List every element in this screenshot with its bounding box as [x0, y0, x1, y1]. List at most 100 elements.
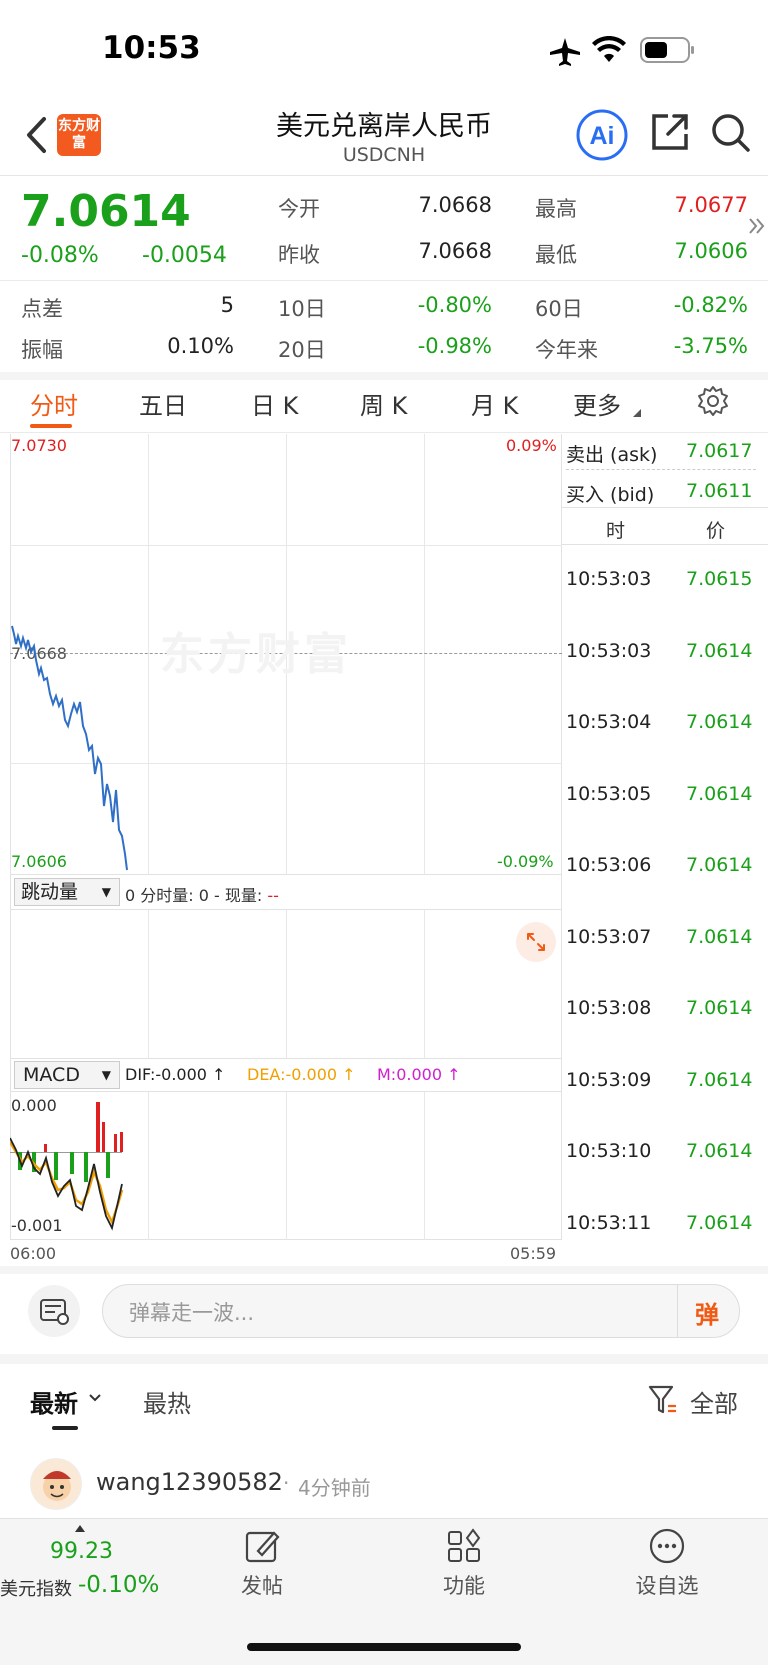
nav-bar: 东方财富 美元兑离岸人民币 USDCNH Ai — [0, 100, 768, 176]
filter-icon[interactable] — [648, 1384, 678, 1416]
section-gap — [0, 1354, 768, 1364]
trade-price: 7.0615 — [686, 568, 753, 590]
danmu-settings-icon[interactable] — [27, 1284, 81, 1338]
more-dots-icon — [649, 1528, 685, 1564]
settings-icon[interactable] — [697, 385, 729, 417]
user-avatar-icon — [43, 1471, 71, 1501]
index-change[interactable]: -0.10% — [78, 1572, 159, 1598]
up-arrow-icon — [75, 1525, 85, 1532]
tab-more[interactable]: 更多 — [573, 386, 621, 421]
watchlist-label: 设自选 — [635, 1574, 699, 1598]
current-price: 7.0614 — [21, 186, 191, 237]
grid-line — [424, 910, 425, 1058]
high-value: 7.0677 — [674, 193, 748, 217]
function-label: 功能 — [443, 1574, 485, 1598]
price-line — [11, 625, 128, 871]
macd-dea: DEA:-0.000 ↑ — [247, 1065, 356, 1084]
spread-value: 5 — [220, 293, 234, 317]
bottom-toolbar: 99.23 美元指数 -0.10% 发帖 功能 设自选 — [0, 1518, 768, 1665]
status-time: 10:53 — [102, 30, 201, 66]
macd-m: M:0.000 ↑ — [377, 1065, 461, 1084]
search-icon[interactable] — [710, 112, 752, 154]
low-value: 7.0606 — [674, 239, 748, 263]
trade-price: 7.0614 — [686, 639, 753, 662]
tab-daily-k[interactable]: 日 K — [251, 386, 298, 421]
trade-price: 7.0614 — [686, 925, 753, 948]
home-indicator — [247, 1643, 521, 1651]
change-pct: -0.08% — [21, 243, 99, 268]
trade-time: 10:53:05 — [566, 782, 652, 805]
danmu-input[interactable]: 弹幕走一波... 弹 — [102, 1284, 740, 1338]
macd-dif: DIF:-0.000 ↑ — [125, 1065, 226, 1084]
ask-row: 卖出 (ask) 7.0617 — [566, 440, 762, 467]
trade-time: 10:53:08 — [566, 997, 652, 1019]
grid-line — [286, 910, 287, 1058]
divider — [0, 280, 768, 281]
function-button[interactable]: 功能 — [424, 1519, 504, 1600]
d20-value: -0.98% — [417, 334, 492, 358]
edit-icon — [245, 1531, 280, 1563]
spread-label: 点差 — [21, 297, 63, 321]
trade-price: 7.0614 — [686, 1068, 753, 1091]
svg-text:Ai: Ai — [590, 122, 615, 150]
post-separator: · — [283, 1471, 290, 1495]
ask-price: 7.0617 — [686, 440, 753, 462]
prev-close-label: 昨收 — [278, 243, 320, 267]
macd-selector[interactable]: MACD ▼ — [14, 1061, 120, 1089]
trade-time: 10:53:03 — [566, 639, 652, 662]
d10-label: 10日 — [278, 297, 326, 321]
trade-time: 10:53:11 — [566, 1211, 652, 1234]
post-username[interactable]: wang12390582 — [96, 1468, 283, 1496]
trade-price: 7.0614 — [686, 997, 753, 1019]
expand-chevron-icon[interactable] — [748, 216, 766, 236]
index-value[interactable]: 99.23 — [50, 1539, 113, 1564]
trade-price: 7.0614 — [686, 711, 753, 733]
tab-monthly-k[interactable]: 月 K — [471, 386, 518, 421]
battery-icon — [640, 37, 694, 63]
macd-lines — [10, 1102, 124, 1231]
filter-label[interactable]: 全部 — [690, 1384, 738, 1419]
trade-price: 7.0614 — [686, 1140, 753, 1162]
amplitude-value: 0.10% — [167, 334, 234, 358]
ai-icon[interactable]: Ai — [575, 108, 629, 162]
col-price-header: 价 — [706, 520, 726, 542]
ytd-value: -3.75% — [673, 334, 748, 358]
divider — [566, 469, 756, 470]
trade-time: 10:53:10 — [566, 1140, 652, 1162]
volume-info: 0 分时量: 0 - 现量: -- — [125, 882, 279, 906]
trade-time: 10:53:04 — [566, 711, 652, 733]
tab-intraday[interactable]: 分时 — [30, 386, 78, 421]
open-value: 7.0668 — [418, 193, 492, 217]
post-button[interactable]: 发帖 — [222, 1519, 302, 1600]
dropdown-triangle-icon: ▼ — [101, 1068, 111, 1082]
high-label: 最高 — [535, 197, 577, 221]
amplitude-label: 振幅 — [21, 338, 63, 362]
danmu-send-button[interactable]: 弹 — [695, 1295, 719, 1330]
wifi-icon — [592, 36, 626, 62]
post-label: 发帖 — [241, 1574, 283, 1598]
col-time-header: 时 — [606, 520, 626, 542]
grid-apps-icon — [448, 1528, 481, 1562]
section-gap — [0, 372, 768, 380]
status-bar: 10:53 — [0, 0, 768, 100]
fullscreen-icon[interactable] — [516, 922, 556, 962]
tab-latest[interactable]: 最新 — [30, 1384, 78, 1419]
add-watchlist-button[interactable]: 设自选 — [627, 1519, 707, 1600]
volume-selector[interactable]: 跳动量 ▼ — [14, 878, 120, 906]
tab-weekly-k[interactable]: 周 K — [360, 386, 407, 421]
bid-row: 买入 (bid) 7.0611 — [566, 480, 762, 507]
d60-label: 60日 — [535, 297, 583, 321]
trade-time: 10:53:06 — [566, 854, 652, 876]
airplane-icon — [550, 38, 580, 66]
share-icon[interactable] — [650, 112, 690, 152]
volume-current: -- — [267, 886, 279, 905]
index-name[interactable]: 美元指数 — [0, 1575, 72, 1601]
tab-five-day[interactable]: 五日 — [139, 386, 187, 421]
tab-active-indicator — [52, 1426, 78, 1430]
bid-price: 7.0611 — [686, 480, 753, 502]
avatar[interactable] — [30, 1458, 82, 1510]
tab-hot[interactable]: 最热 — [143, 1384, 191, 1419]
ytd-label: 今年来 — [535, 338, 598, 362]
volume-info-text: 0 分时量: 0 - 现量: — [125, 886, 268, 905]
grid-line — [424, 1092, 425, 1240]
